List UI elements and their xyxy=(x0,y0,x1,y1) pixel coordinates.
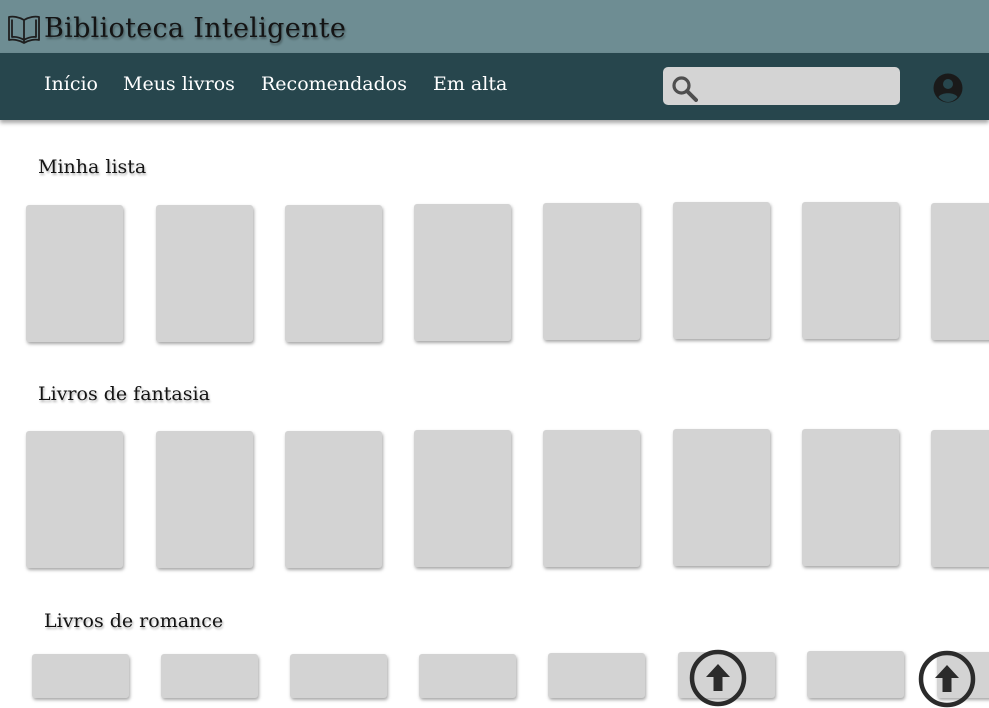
book-card[interactable] xyxy=(156,431,253,568)
book-card[interactable] xyxy=(26,205,123,342)
section-title-livros-de-fantasia: Livros de fantasia xyxy=(38,383,210,405)
book-card[interactable] xyxy=(673,429,770,566)
book-card[interactable] xyxy=(931,430,989,567)
book-card[interactable] xyxy=(419,654,516,698)
book-card[interactable] xyxy=(290,654,387,698)
arrow-up-circle-icon[interactable] xyxy=(918,650,976,708)
search-icon[interactable] xyxy=(671,75,698,102)
book-card[interactable] xyxy=(414,204,511,341)
book-card[interactable] xyxy=(802,429,899,566)
nav-item-inicio[interactable]: Início xyxy=(44,73,98,95)
book-card[interactable] xyxy=(543,203,640,340)
account-circle-icon[interactable] xyxy=(933,73,963,103)
book-card[interactable] xyxy=(414,430,511,567)
nav-bar: Início Meus livros Recomendados Em alta xyxy=(0,53,989,120)
nav-item-recomendados[interactable]: Recomendados xyxy=(261,73,407,95)
book-card[interactable] xyxy=(543,430,640,567)
book-card[interactable] xyxy=(26,431,123,568)
book-card[interactable] xyxy=(285,205,382,342)
section-title-minha-lista: Minha lista xyxy=(38,156,147,178)
nav-item-em-alta[interactable]: Em alta xyxy=(433,73,507,95)
book-card[interactable] xyxy=(807,651,904,698)
arrow-up-circle-icon[interactable] xyxy=(689,649,747,707)
book-card[interactable] xyxy=(548,653,645,698)
book-card[interactable] xyxy=(156,205,253,342)
search-box[interactable] xyxy=(663,67,900,105)
section-title-livros-de-romance: Livros de romance xyxy=(44,610,224,632)
book-card[interactable] xyxy=(285,431,382,568)
search-input[interactable] xyxy=(703,71,897,103)
book-card[interactable] xyxy=(802,202,899,339)
open-book-icon xyxy=(8,15,40,44)
nav-item-meus-livros[interactable]: Meus livros xyxy=(123,73,235,95)
book-card[interactable] xyxy=(161,654,258,698)
title-bar: Biblioteca Inteligente xyxy=(0,0,989,53)
app-title: Biblioteca Inteligente xyxy=(44,13,347,44)
book-card[interactable] xyxy=(673,202,770,339)
book-card[interactable] xyxy=(931,203,989,340)
book-card[interactable] xyxy=(32,654,129,698)
